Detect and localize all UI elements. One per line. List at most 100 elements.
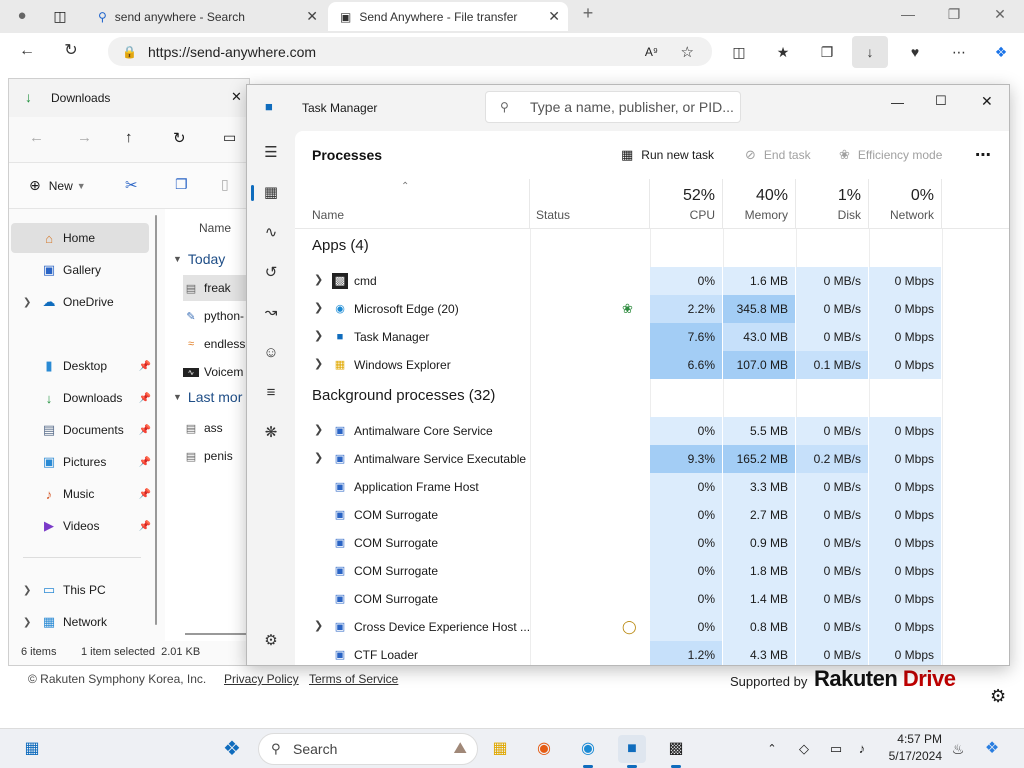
up-icon[interactable]: ↑: [125, 129, 133, 146]
table-row[interactable]: ▣ COM Surrogate 0% 2.7 MB 0 MB/s 0 Mbps: [295, 501, 995, 529]
sidebar-item-desktop[interactable]: ▮ Desktop 📌: [11, 351, 151, 381]
more-menu-icon[interactable]: ⋯: [948, 41, 970, 63]
sidebar-item-documents[interactable]: ▤ Documents 📌: [11, 415, 151, 445]
view-icon[interactable]: ▭: [223, 129, 236, 146]
column-header-name[interactable]: Name: [199, 221, 231, 235]
details-icon[interactable]: ≡: [259, 381, 283, 405]
table-row[interactable]: ❯ ▣ Antimalware Core Service 0% 5.5 MB 0 MB/s…: [295, 417, 995, 445]
users-icon[interactable]: ☺: [259, 341, 283, 365]
chevron-right-icon[interactable]: ❯: [314, 301, 323, 314]
sidebar-item-this-pc[interactable]: ❯ ▭ This PC: [11, 575, 149, 605]
sidebar-item-onedrive[interactable]: ❯ ☁ OneDrive: [11, 287, 149, 317]
terms-of-service-link[interactable]: Terms of Service: [309, 672, 398, 686]
file-explorer-taskbar-icon[interactable]: ▦: [486, 735, 514, 763]
list-item[interactable]: ≈ endless: [183, 331, 249, 357]
horizontal-scrollbar[interactable]: [185, 633, 249, 635]
cut-icon[interactable]: ✂: [125, 176, 138, 194]
column-header-memory[interactable]: 40% Memory: [723, 179, 796, 229]
settings-icon[interactable]: ⚙: [259, 629, 283, 653]
minimize-icon[interactable]: —: [898, 6, 918, 22]
close-icon[interactable]: ✕: [231, 89, 242, 105]
chevron-right-icon[interactable]: ❯: [23, 297, 31, 308]
copilot-icon[interactable]: ❖: [990, 41, 1012, 63]
sidebar-item-music[interactable]: ♪ Music 📌: [11, 479, 151, 509]
rakuten-drive-logo[interactable]: Rakuten Drive: [814, 666, 956, 692]
privacy-policy-link[interactable]: Privacy Policy: [224, 672, 299, 686]
chevron-right-icon[interactable]: ❯: [314, 451, 323, 464]
sidebar-item-network[interactable]: ❯ ▦ Network: [11, 607, 149, 637]
forward-icon[interactable]: →: [77, 129, 92, 146]
column-header-network[interactable]: 0% Network: [869, 179, 942, 229]
tab-search[interactable]: ⚲ send anywhere - Search ✕: [86, 2, 326, 31]
table-row[interactable]: ▣ Application Frame Host 0% 3.3 MB 0 MB/s 0 M…: [295, 473, 995, 501]
new-tab-icon[interactable]: +: [578, 3, 598, 24]
startup-apps-icon[interactable]: ↝: [259, 301, 283, 325]
list-item[interactable]: ▤ penis: [183, 443, 249, 469]
copilot-pre-icon[interactable]: ❖: [978, 735, 1006, 763]
services-icon[interactable]: ❋: [259, 421, 283, 445]
column-header-name[interactable]: ⌃ Name: [295, 179, 530, 229]
close-icon[interactable]: ✕: [981, 93, 993, 110]
network-status-icon[interactable]: ◇: [790, 735, 818, 763]
sidebar-item-pictures[interactable]: ▣ Pictures 📌: [11, 447, 151, 477]
process-search-input[interactable]: ⚲ Type a name, publisher, or PID...: [485, 91, 741, 123]
hamburger-menu-icon[interactable]: ☰: [259, 141, 283, 165]
table-row[interactable]: ❯ ◉ Microsoft Edge (20) ❀ 2.2% 345.8 MB 0 MB/s…: [295, 295, 995, 323]
tab-send-anywhere[interactable]: ▣ Send Anywhere - File transfer ✕: [328, 2, 568, 31]
close-icon[interactable]: ✕: [990, 6, 1010, 23]
clock[interactable]: 4:57 PM 5/17/2024: [884, 731, 942, 765]
taskbar-search-box[interactable]: ⚲ Search ⛰: [258, 733, 478, 765]
downloads-icon[interactable]: ↓: [852, 36, 888, 68]
table-row[interactable]: ❯ ▦ Windows Explorer 6.6% 107.0 MB 0.1 MB/s 0 …: [295, 351, 995, 379]
list-item[interactable]: ✎ python-: [183, 303, 249, 329]
back-icon[interactable]: ←: [29, 129, 44, 146]
url-field[interactable]: 🔒 https://send-anywhere.com A⁹ ☆: [108, 37, 712, 66]
close-tab-icon[interactable]: ✕: [548, 8, 560, 25]
sidebar-item-downloads[interactable]: ↓ Downloads 📌: [11, 383, 151, 413]
collections-icon[interactable]: ❐: [816, 41, 838, 63]
new-button[interactable]: ⊕ New ▼: [29, 177, 86, 194]
profile-icon[interactable]: ●: [8, 2, 36, 30]
table-row[interactable]: ❯ ■ Task Manager 7.6% 43.0 MB 0 MB/s 0 Mbps: [295, 323, 995, 351]
table-row[interactable]: ▣ CTF Loader 1.2% 4.3 MB 0 MB/s 0 Mbps: [295, 641, 995, 665]
table-row[interactable]: ▣ COM Surrogate 0% 1.8 MB 0 MB/s 0 Mbps: [295, 557, 995, 585]
task-manager-taskbar-icon[interactable]: ■: [618, 735, 646, 768]
display-icon[interactable]: ▭: [822, 735, 850, 763]
chevron-right-icon[interactable]: ❯: [314, 619, 323, 632]
favorite-star-icon[interactable]: ☆: [681, 43, 694, 61]
run-new-task-button[interactable]: ▦ Run new task: [621, 143, 714, 167]
settings-gear-icon[interactable]: ⚙: [990, 686, 1006, 707]
more-options-icon[interactable]: ⋯: [975, 145, 991, 165]
table-row[interactable]: ❯ ▣ Cross Device Experience Host ... ◯ 0% 0.8…: [295, 613, 995, 641]
refresh-icon[interactable]: ↻: [173, 129, 186, 147]
sidebar-item-home[interactable]: ⌂ Home: [11, 223, 149, 253]
volume-muted-icon[interactable]: ♪: [848, 735, 876, 763]
processes-icon[interactable]: ▦: [251, 181, 283, 205]
chevron-right-icon[interactable]: ❯: [23, 617, 31, 628]
scrollbar[interactable]: [155, 215, 157, 625]
edge-taskbar-icon[interactable]: ◉: [574, 735, 602, 768]
refresh-icon[interactable]: ↻: [60, 40, 82, 62]
chevron-right-icon[interactable]: ❯: [314, 329, 323, 342]
sidebar-item-videos[interactable]: ▶ Videos 📌: [11, 511, 151, 541]
chevron-right-icon[interactable]: ❯: [314, 357, 323, 370]
show-hidden-icons-icon[interactable]: ⌃: [758, 735, 786, 763]
list-item[interactable]: ∿ Voicem: [183, 359, 249, 385]
favorites-icon[interactable]: ★: [772, 41, 794, 63]
widgets-icon[interactable]: ▦: [18, 735, 46, 763]
read-aloud-icon[interactable]: A⁹: [645, 45, 658, 59]
column-header-cpu[interactable]: 52% CPU: [650, 179, 723, 229]
group-header-last[interactable]: ▼ Last mor: [173, 389, 242, 405]
table-row[interactable]: ▣ COM Surrogate 0% 1.4 MB 0 MB/s 0 Mbps: [295, 585, 995, 613]
back-icon[interactable]: ←: [16, 40, 38, 62]
group-header-today[interactable]: ▼ Today: [173, 251, 225, 267]
terminal-taskbar-icon[interactable]: ▩: [662, 735, 690, 768]
chevron-right-icon[interactable]: ❯: [314, 273, 323, 286]
list-item[interactable]: ▤ ass: [183, 415, 249, 441]
app-history-icon[interactable]: ↺: [259, 261, 283, 285]
chevron-right-icon[interactable]: ❯: [314, 423, 323, 436]
close-tab-icon[interactable]: ✕: [306, 8, 318, 25]
notification-bell-icon[interactable]: ♨: [944, 735, 972, 763]
performance-icon[interactable]: ∿: [259, 221, 283, 245]
chevron-right-icon[interactable]: ❯: [23, 585, 31, 596]
